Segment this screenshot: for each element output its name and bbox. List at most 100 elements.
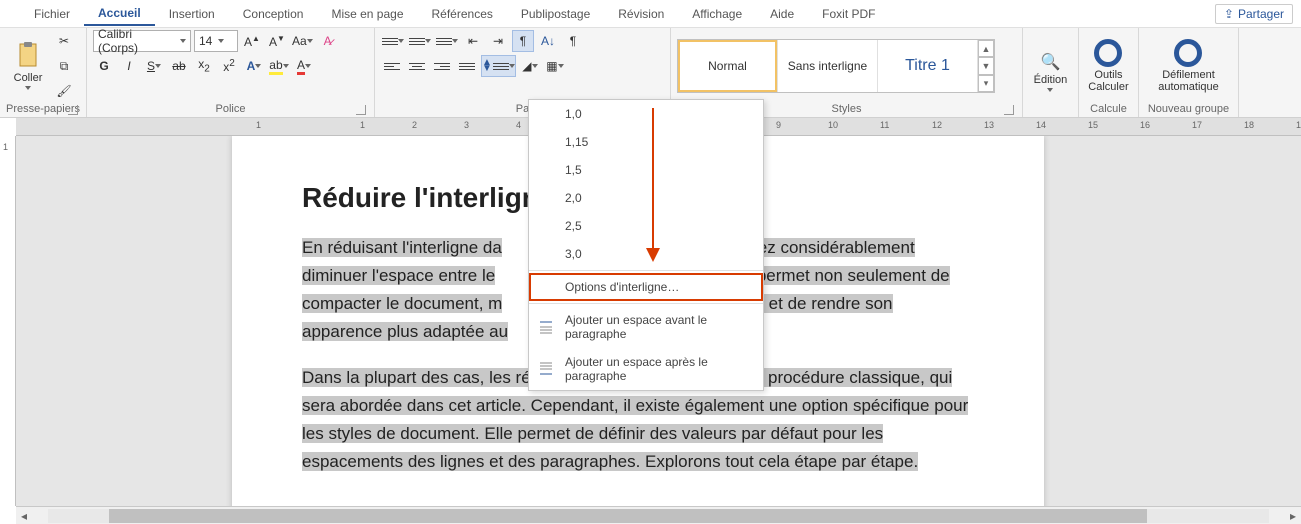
align-right-button[interactable] <box>431 55 453 77</box>
line-spacing-button[interactable]: ▲▼ <box>481 55 516 77</box>
line-spacing-menu: 1,0 1,15 1,5 2,0 2,5 3,0 Options d'inter… <box>528 99 764 391</box>
spacing-option-2.5[interactable]: 2,5 <box>529 212 763 240</box>
style-gallery: Normal Sans interligne Titre 1 ▲ ▼ ▾ <box>677 39 995 93</box>
tab-mailings[interactable]: Publipostage <box>507 3 604 25</box>
shrink-font-button[interactable]: A▼ <box>266 30 288 52</box>
underline-button[interactable]: S <box>143 55 165 77</box>
add-space-before-item[interactable]: Ajouter un espace avant le paragraphe <box>529 306 763 348</box>
increase-indent-button[interactable]: ⇥ <box>487 30 509 52</box>
italic-button[interactable]: I <box>118 55 140 77</box>
sort-icon: A↓ <box>541 34 555 48</box>
justify-button[interactable] <box>456 55 478 77</box>
font-family-combo[interactable]: Calibri (Corps) <box>93 30 191 52</box>
font-group-label: Police <box>93 102 368 117</box>
style-normal[interactable]: Normal <box>678 40 778 92</box>
show-marks-button[interactable]: ¶ <box>512 30 534 52</box>
style-heading1[interactable]: Titre 1 <box>878 40 978 92</box>
clipboard-icon <box>16 42 40 70</box>
bold-button[interactable]: G <box>93 55 115 77</box>
scroll-track[interactable] <box>48 509 1269 523</box>
borders-button[interactable]: ▦ <box>544 55 566 77</box>
pilcrow-icon: ¶ <box>570 34 576 48</box>
clipboard-group-label: Presse-papiers <box>6 102 80 117</box>
show-all-button[interactable]: ¶ <box>562 30 584 52</box>
tab-view[interactable]: Affichage <box>678 3 756 25</box>
grow-font-button[interactable]: A▲ <box>241 30 263 52</box>
subscript-icon: x2 <box>198 57 210 74</box>
tab-help[interactable]: Aide <box>756 3 808 25</box>
calc-tools-button[interactable]: Outils Calculer <box>1086 34 1130 98</box>
spacing-option-1.5[interactable]: 1,5 <box>529 156 763 184</box>
multilevel-icon <box>436 38 452 45</box>
highlight-button[interactable]: ab <box>268 55 290 77</box>
strike-button[interactable]: ab <box>168 55 190 77</box>
align-right-icon <box>434 63 450 70</box>
paste-button[interactable]: Coller <box>6 34 50 98</box>
tab-design[interactable]: Conception <box>229 3 318 25</box>
decrease-indent-button[interactable]: ⇤ <box>462 30 484 52</box>
spacing-option-1.15[interactable]: 1,15 <box>529 128 763 156</box>
numbering-icon <box>409 38 425 45</box>
align-left-icon <box>384 63 400 70</box>
caret-icon <box>1047 88 1053 92</box>
dialog-launcher[interactable] <box>68 105 78 115</box>
autoscroll-button[interactable]: Défilement automatique <box>1148 34 1228 98</box>
tab-home[interactable]: Accueil <box>84 2 155 26</box>
font-color-button[interactable]: A <box>293 55 315 77</box>
dialog-launcher[interactable] <box>1004 105 1014 115</box>
style-scroll-more[interactable]: ▾ <box>978 75 994 92</box>
bold-icon: G <box>99 59 108 73</box>
paste-label: Coller <box>14 72 43 84</box>
sort-button[interactable]: A↓ <box>537 30 559 52</box>
text-effects-button[interactable]: A <box>243 55 265 77</box>
superscript-button[interactable]: x2 <box>218 55 240 77</box>
subscript-button[interactable]: x2 <box>193 55 215 77</box>
format-painter-button[interactable]: 🖌 <box>53 80 75 102</box>
pilcrow-icon: ¶ <box>520 34 526 48</box>
spacing-option-3.0[interactable]: 3,0 <box>529 240 763 268</box>
dialog-launcher[interactable] <box>356 105 366 115</box>
scroll-right-button[interactable]: ▸ <box>1285 509 1301 523</box>
scroll-thumb[interactable] <box>109 509 1147 523</box>
editing-menu-button[interactable]: 🔍 Édition <box>1029 40 1072 104</box>
add-space-after-item[interactable]: Ajouter un espace après le paragraphe <box>529 348 763 390</box>
font-color-icon: A <box>297 58 305 75</box>
scroll-left-button[interactable]: ◂ <box>16 509 32 523</box>
tab-file[interactable]: Fichier <box>20 3 84 25</box>
style-scroll-up[interactable]: ▲ <box>978 40 994 57</box>
line-spacing-options-item[interactable]: Options d'interligne… <box>529 273 763 301</box>
group-font: Calibri (Corps) 14 A▲ A▼ Aa A̷ G I S ab … <box>87 28 375 117</box>
line-spacing-icon: ▲▼ <box>482 60 509 72</box>
numbering-button[interactable] <box>408 30 432 52</box>
align-center-button[interactable] <box>406 55 428 77</box>
multilevel-button[interactable] <box>435 30 459 52</box>
bullets-button[interactable] <box>381 30 405 52</box>
change-case-button[interactable]: Aa <box>291 30 314 52</box>
tab-review[interactable]: Révision <box>604 3 678 25</box>
cut-button[interactable]: ✂ <box>53 30 75 52</box>
shading-button[interactable]: ◢ <box>519 55 541 77</box>
tab-references[interactable]: Références <box>418 3 507 25</box>
style-scroll-down[interactable]: ▼ <box>978 57 994 74</box>
grow-font-icon: A▲ <box>244 34 260 49</box>
spacing-option-2.0[interactable]: 2,0 <box>529 184 763 212</box>
ring-icon <box>1174 39 1202 67</box>
group-clipboard: Coller ✂ ⧉ 🖌 Presse-papiers <box>0 28 87 117</box>
copy-icon: ⧉ <box>60 59 69 74</box>
tab-insert[interactable]: Insertion <box>155 3 229 25</box>
tab-foxit[interactable]: Foxit PDF <box>808 3 889 25</box>
horizontal-scrollbar[interactable]: ◂ ▸ <box>16 506 1301 524</box>
justify-icon <box>459 63 475 70</box>
space-after-label: Ajouter un espace après le paragraphe <box>565 355 708 383</box>
style-nospacing[interactable]: Sans interligne <box>778 40 878 92</box>
tab-layout[interactable]: Mise en page <box>317 3 417 25</box>
caret-icon <box>25 86 31 90</box>
share-button[interactable]: ⇪ Partager <box>1215 4 1293 24</box>
vertical-ruler[interactable]: 1 <box>0 136 16 506</box>
align-left-button[interactable] <box>381 55 403 77</box>
font-size-combo[interactable]: 14 <box>194 30 238 52</box>
calc-label: Outils Calculer <box>1086 69 1130 93</box>
clear-format-button[interactable]: A̷ <box>317 30 339 52</box>
spacing-option-1.0[interactable]: 1,0 <box>529 100 763 128</box>
copy-button[interactable]: ⧉ <box>53 55 75 77</box>
